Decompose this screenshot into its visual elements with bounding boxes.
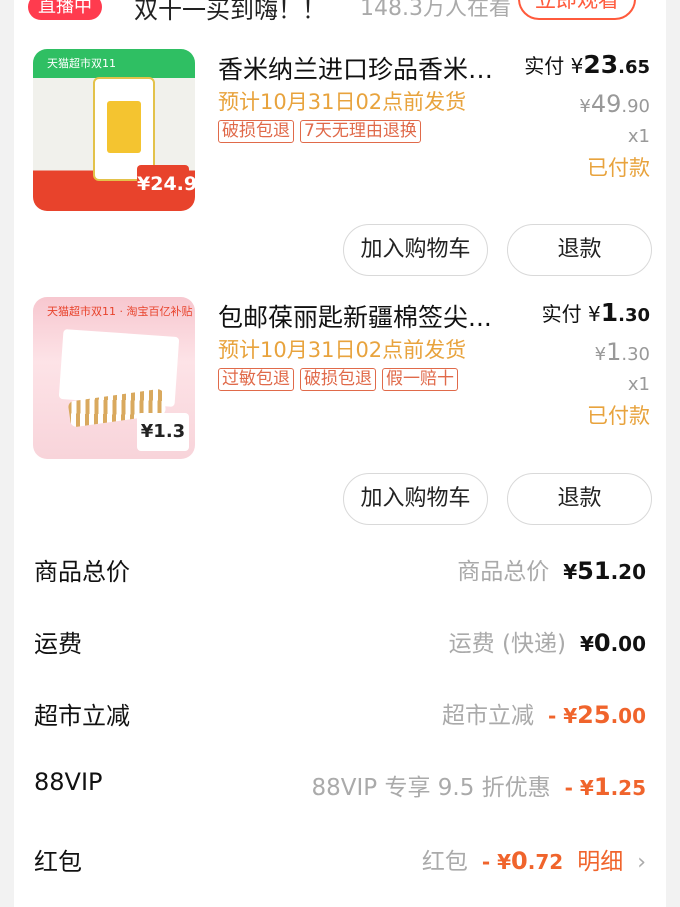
service-tag: 7天无理由退换 xyxy=(300,120,421,143)
summary-row-supermarket-discount: 超市立减 超市立减 - ¥25.00 xyxy=(14,696,666,736)
summary-label: 商品总价 xyxy=(34,558,130,586)
order-status: 已付款 xyxy=(587,404,650,428)
thumb-price-badge: ¥24.9 xyxy=(137,165,195,203)
service-tags: 过敏包退 破损包退 假一赔十 xyxy=(218,368,458,391)
live-viewers: 148.3万人在看 xyxy=(360,0,511,21)
summary-label: 88VIP xyxy=(34,768,103,796)
quantity: x1 xyxy=(627,126,650,147)
summary-sublabel: 运费 (快递) xyxy=(448,631,566,657)
product-title[interactable]: 包邮葆丽匙新疆棉签尖... xyxy=(218,298,508,334)
summary-value: ¥51.20 xyxy=(563,557,646,585)
live-title: 双十一买到嗨！！ xyxy=(134,0,326,24)
summary-value: - ¥0.72 xyxy=(481,847,564,875)
summary-row-subtotal: 商品总价 商品总价 ¥51.20 xyxy=(14,552,666,592)
chevron-right-icon[interactable]: › xyxy=(637,850,646,875)
product-thumbnail-rice[interactable]: 天猫超市双11 ¥24.9 xyxy=(33,49,195,211)
add-to-cart-button[interactable]: 加入购物车 xyxy=(343,473,488,525)
order-status: 已付款 xyxy=(587,156,650,180)
summary-row-88vip: 88VIP 88VIP 专享 9.5 折优惠 - ¥1.25 xyxy=(14,768,666,808)
summary-label: 红包 xyxy=(34,848,82,876)
product-thumbnail-cotton-swabs[interactable]: 天猫超市双11 · 淘宝百亿补贴 ¥1.3 xyxy=(33,297,195,459)
service-tag: 假一赔十 xyxy=(382,368,458,391)
service-tag: 破损包退 xyxy=(218,120,294,143)
paid-amount: 实付 ¥23.65 xyxy=(524,50,650,79)
live-badge[interactable]: 直播中 xyxy=(28,0,102,20)
summary-value: - ¥25.00 xyxy=(547,701,646,729)
paid-amount: 实付 ¥1.30 xyxy=(541,298,650,327)
summary-sublabel: 红包 xyxy=(421,849,468,875)
summary-label: 超市立减 xyxy=(34,702,130,730)
service-tags: 破损包退 7天无理由退换 xyxy=(218,120,421,143)
thumb-price-badge: ¥1.3 xyxy=(137,413,189,451)
watch-now-button[interactable]: 立即观看 xyxy=(518,0,636,20)
product-title[interactable]: 香米纳兰进口珍品香米2.... xyxy=(218,50,508,86)
refund-button[interactable]: 退款 xyxy=(507,473,652,525)
summary-value: ¥0.00 xyxy=(579,629,646,657)
quantity: x1 xyxy=(627,374,650,395)
original-price: ¥49.90 xyxy=(579,90,650,118)
summary-row-red-packet[interactable]: 红包 红包 - ¥0.72 明细 › xyxy=(14,842,666,882)
add-to-cart-button[interactable]: 加入购物车 xyxy=(343,224,488,276)
shipping-estimate: 预计10月31日02点前发货 xyxy=(218,90,467,114)
refund-button[interactable]: 退款 xyxy=(507,224,652,276)
summary-sublabel: 超市立减 xyxy=(441,703,534,729)
summary-sublabel: 88VIP 专享 9.5 折优惠 xyxy=(311,775,551,801)
service-tag: 破损包退 xyxy=(300,368,376,391)
shipping-estimate: 预计10月31日02点前发货 xyxy=(218,338,467,362)
summary-row-shipping: 运费 运费 (快递) ¥0.00 xyxy=(14,624,666,664)
summary-label: 运费 xyxy=(34,630,82,658)
thumb-tag: 天猫超市双11 xyxy=(47,57,116,70)
thumb-tag: 天猫超市双11 · 淘宝百亿补贴 xyxy=(47,305,193,318)
original-price: ¥1.30 xyxy=(594,338,650,366)
summary-sublabel: 商品总价 xyxy=(457,559,550,585)
details-link[interactable]: 明细 xyxy=(577,842,623,876)
service-tag: 过敏包退 xyxy=(218,368,294,391)
summary-value: - ¥1.25 xyxy=(564,773,646,801)
